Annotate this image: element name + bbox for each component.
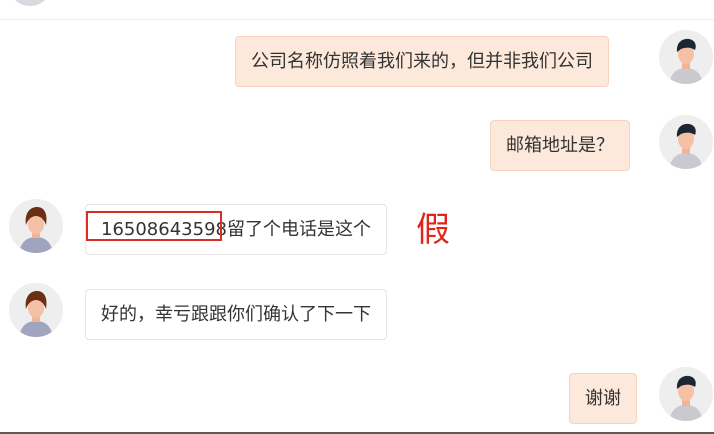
message-bubble-outgoing: 邮箱地址是？	[490, 120, 630, 171]
male-avatar-icon[interactable]	[659, 30, 713, 84]
message-text: 留了个电话是这个	[226, 219, 371, 240]
message-bubble-outgoing: 谢谢	[569, 373, 637, 424]
highlight-box	[86, 211, 222, 241]
male-avatar-icon[interactable]	[659, 115, 713, 169]
partial-avatar-icon	[8, 0, 52, 6]
message-bubble-incoming: 好的，幸亏跟跟你们确认了下一下	[85, 289, 387, 340]
message-bubble-outgoing: 公司名称仿照着我们来的，但并非我们公司	[235, 36, 609, 87]
female-avatar-icon[interactable]	[9, 283, 63, 337]
message-text: 邮箱地址是？	[506, 135, 614, 156]
chat-top-divider	[0, 0, 714, 20]
message-text: 公司名称仿照着我们来的，但并非我们公司	[251, 51, 593, 72]
fake-annotation: 假	[416, 210, 450, 250]
message-text: 好的，幸亏跟跟你们确认了下一下	[101, 304, 371, 325]
male-avatar-icon[interactable]	[659, 367, 713, 421]
message-text: 谢谢	[585, 388, 621, 409]
female-avatar-icon[interactable]	[9, 199, 63, 253]
